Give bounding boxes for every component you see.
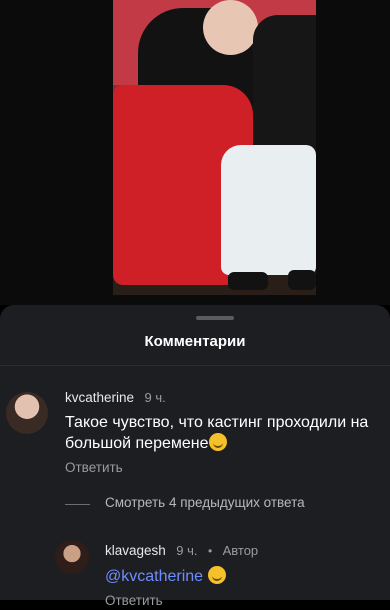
avatar[interactable]: [55, 540, 89, 574]
photo-shoe: [288, 270, 316, 290]
view-more-text[interactable]: Смотреть 4 предыдущих ответа: [105, 495, 305, 510]
reply-button[interactable]: Ответить: [105, 593, 163, 608]
photo-person-right: [253, 15, 316, 165]
comment-time: 9 ч.: [144, 390, 166, 405]
comment-text: Такое чувство, что кастинг проходили на …: [65, 413, 385, 454]
sheet-title: Комментарии: [144, 333, 246, 350]
mention-link[interactable]: @kvcatherine: [105, 568, 203, 585]
avatar[interactable]: [6, 392, 48, 434]
author-badge: Автор: [222, 543, 259, 558]
comment-username[interactable]: kvcatherine: [65, 390, 134, 405]
reply-button[interactable]: Ответить: [65, 460, 123, 475]
comments-sheet: Комментарии kvcatherine 9 ч. Такое чувст…: [0, 305, 390, 608]
photo-white-pants: [221, 145, 316, 275]
photo-person-left-head: [203, 0, 258, 55]
reply-time: 9 ч.: [176, 543, 198, 558]
drag-handle[interactable]: [196, 316, 234, 320]
grinning-sweat-emoji-icon: [208, 433, 227, 451]
divider: [0, 365, 390, 366]
post-media[interactable]: [0, 0, 390, 305]
reply-username[interactable]: klavagesh: [105, 543, 166, 558]
post-photo[interactable]: [113, 0, 316, 295]
comment: kvcatherine 9 ч. Такое чувство, что каст…: [65, 389, 385, 477]
separator-dot: •: [207, 544, 213, 558]
grinning-emoji-icon: [207, 566, 226, 584]
photo-shoe: [228, 272, 268, 290]
reply-text: @kvcatherine: [105, 566, 385, 587]
view-more-line: [65, 504, 90, 505]
